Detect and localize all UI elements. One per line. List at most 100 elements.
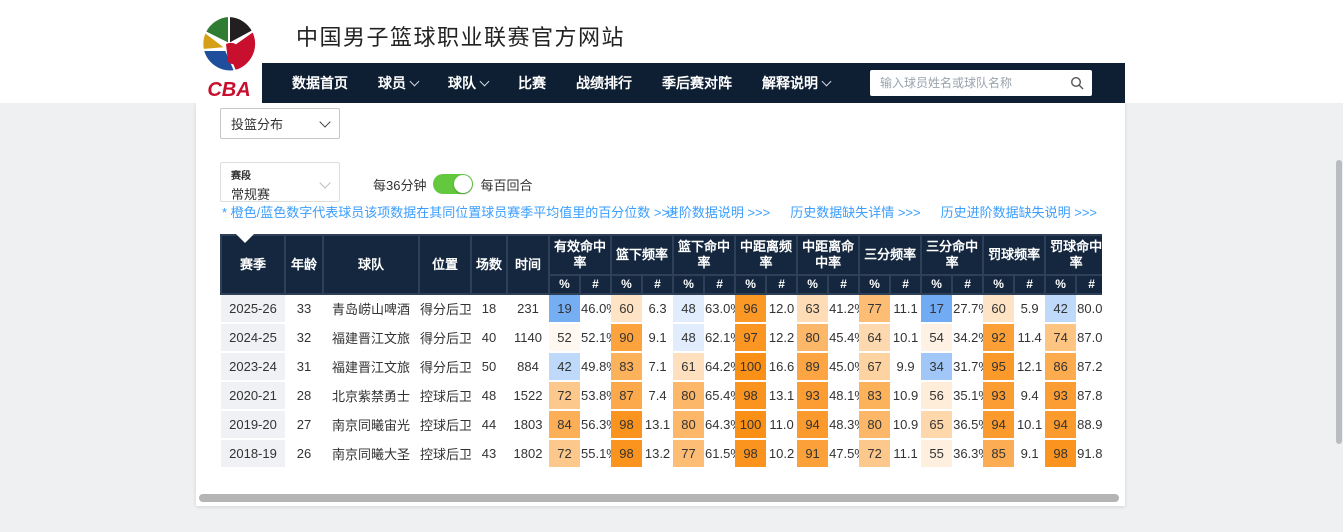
site-title: 中国男子篮球职业联赛官方网站 — [296, 20, 625, 52]
cell-value: 64.2% — [704, 352, 735, 381]
stage-select[interactable]: 赛段 常规赛 — [220, 162, 340, 202]
cell-value: 9.1 — [1014, 439, 1045, 468]
cell-percentile: 98 — [735, 439, 766, 468]
cell-season: 2024-25 — [221, 323, 285, 352]
group-header-4: 中距离命中率 — [797, 235, 859, 275]
cell-team: 南京同曦大圣 — [323, 439, 419, 468]
cell-value: 11.4 — [1014, 323, 1045, 352]
cell-percentile: 60 — [983, 294, 1014, 323]
subheader-value: # — [766, 275, 797, 294]
cell-percentile: 98 — [611, 439, 642, 468]
stat-category-value: 投篮分布 — [231, 114, 283, 133]
cell-value: 45.4% — [828, 323, 859, 352]
subheader-value: # — [642, 275, 673, 294]
cell-percentile: 67 — [859, 352, 890, 381]
cell-age: 27 — [285, 410, 323, 439]
cell-percentile: 48 — [673, 323, 704, 352]
cell-team: 南京同曦宙光 — [323, 410, 419, 439]
search-input[interactable] — [878, 75, 1070, 91]
cell-percentile: 60 — [611, 294, 642, 323]
help-link-2[interactable]: 历史进阶数据缺失说明 >>> — [941, 202, 1097, 221]
cell-percentile: 83 — [859, 381, 890, 410]
nav-item-2[interactable]: 球队 — [448, 73, 488, 93]
group-header-3: 中距离频率 — [735, 235, 797, 275]
cell-value: 10.1 — [1014, 410, 1045, 439]
cell-value: 13.1 — [766, 381, 797, 410]
subheader-percentile: % — [921, 275, 952, 294]
rate-mode-toggle-row: 每36分钟 每百回合 — [373, 174, 532, 194]
cell-percentile: 87 — [611, 381, 642, 410]
chevron-down-icon — [319, 116, 330, 127]
cell-percentile: 98 — [735, 381, 766, 410]
group-header-0: 有效命中率 — [549, 235, 611, 275]
col-header-0: 赛季 — [221, 235, 285, 294]
cell-time: 1522 — [507, 381, 549, 410]
cell-percentile: 90 — [611, 323, 642, 352]
toggle-right-label: 每百回合 — [480, 175, 532, 194]
cell-value: 46.0% — [580, 294, 611, 323]
vertical-scrollbar[interactable] — [1336, 160, 1342, 444]
cell-percentile: 97 — [735, 323, 766, 352]
chevron-down-icon — [410, 77, 420, 87]
subheader-value: # — [1076, 275, 1102, 294]
col-header-2: 球队 — [323, 235, 419, 294]
help-link-1[interactable]: 历史数据缺失详情 >>> — [790, 202, 920, 221]
cell-value: 10.9 — [890, 381, 921, 410]
cell-value: 10.9 — [890, 410, 921, 439]
cell-time: 1803 — [507, 410, 549, 439]
cell-percentile: 65 — [921, 410, 952, 439]
cell-season: 2025-26 — [221, 294, 285, 323]
cell-percentile: 92 — [983, 323, 1014, 352]
table-header-notch — [236, 234, 254, 243]
horizontal-scrollbar[interactable] — [199, 494, 1119, 502]
cell-percentile: 98 — [1045, 439, 1076, 468]
nav-item-1[interactable]: 球员 — [378, 73, 418, 93]
search-icon[interactable] — [1070, 76, 1084, 90]
cell-games: 40 — [471, 323, 507, 352]
cell-percentile: 93 — [1045, 381, 1076, 410]
cell-season: 2020-21 — [221, 381, 285, 410]
cba-logo-text: CBA — [207, 79, 250, 101]
nav-item-5[interactable]: 季后赛对阵 — [662, 73, 732, 93]
nav-item-6[interactable]: 解释说明 — [762, 73, 830, 93]
cell-value: 5.9 — [1014, 294, 1045, 323]
nav-item-4[interactable]: 战绩排行 — [576, 73, 632, 93]
cell-value: 11.0 — [766, 410, 797, 439]
nav-item-3[interactable]: 比赛 — [518, 73, 546, 93]
stat-category-select[interactable]: 投篮分布 — [220, 108, 340, 139]
cell-value: 12.2 — [766, 323, 797, 352]
chevron-down-icon — [822, 77, 832, 87]
cell-age: 26 — [285, 439, 323, 468]
cell-percentile: 91 — [797, 439, 828, 468]
cell-value: 11.1 — [890, 294, 921, 323]
cell-team: 福建晋江文旅 — [323, 352, 419, 381]
subheader-percentile: % — [549, 275, 580, 294]
subheader-percentile: % — [983, 275, 1014, 294]
cell-percentile: 98 — [611, 410, 642, 439]
cell-percentile: 72 — [549, 381, 580, 410]
cell-percentile: 63 — [797, 294, 828, 323]
cell-age: 31 — [285, 352, 323, 381]
subheader-value: # — [1014, 275, 1045, 294]
cell-value: 11.1 — [890, 439, 921, 468]
nav-item-0[interactable]: 数据首页 — [292, 73, 348, 93]
table-row: 2019-2027南京同曦宙光控球后卫4418038456.3%9813.180… — [221, 410, 1102, 439]
cell-games: 50 — [471, 352, 507, 381]
rate-mode-toggle[interactable] — [433, 174, 473, 194]
cell-time: 884 — [507, 352, 549, 381]
table-row: 2023-2431福建晋江文旅得分后卫508844249.8%837.16164… — [221, 352, 1102, 381]
cba-logo[interactable]: CBA — [196, 6, 262, 103]
cba-logo-graphic: CBA — [196, 6, 262, 103]
cell-season: 2018-19 — [221, 439, 285, 468]
subheader-percentile: % — [673, 275, 704, 294]
cell-position: 控球后卫 — [419, 410, 471, 439]
cell-percentile: 42 — [549, 352, 580, 381]
cell-percentile: 83 — [611, 352, 642, 381]
help-links: 进阶数据说明 >>> 历史数据缺失详情 >>> 历史进阶数据缺失说明 >>> — [666, 202, 1097, 221]
cell-value: 87.2% — [1076, 352, 1102, 381]
cell-value: 41.2% — [828, 294, 859, 323]
cell-value: 53.8% — [580, 381, 611, 410]
cell-value: 49.8% — [580, 352, 611, 381]
help-link-0[interactable]: 进阶数据说明 >>> — [666, 202, 770, 221]
search-box[interactable] — [870, 70, 1092, 96]
